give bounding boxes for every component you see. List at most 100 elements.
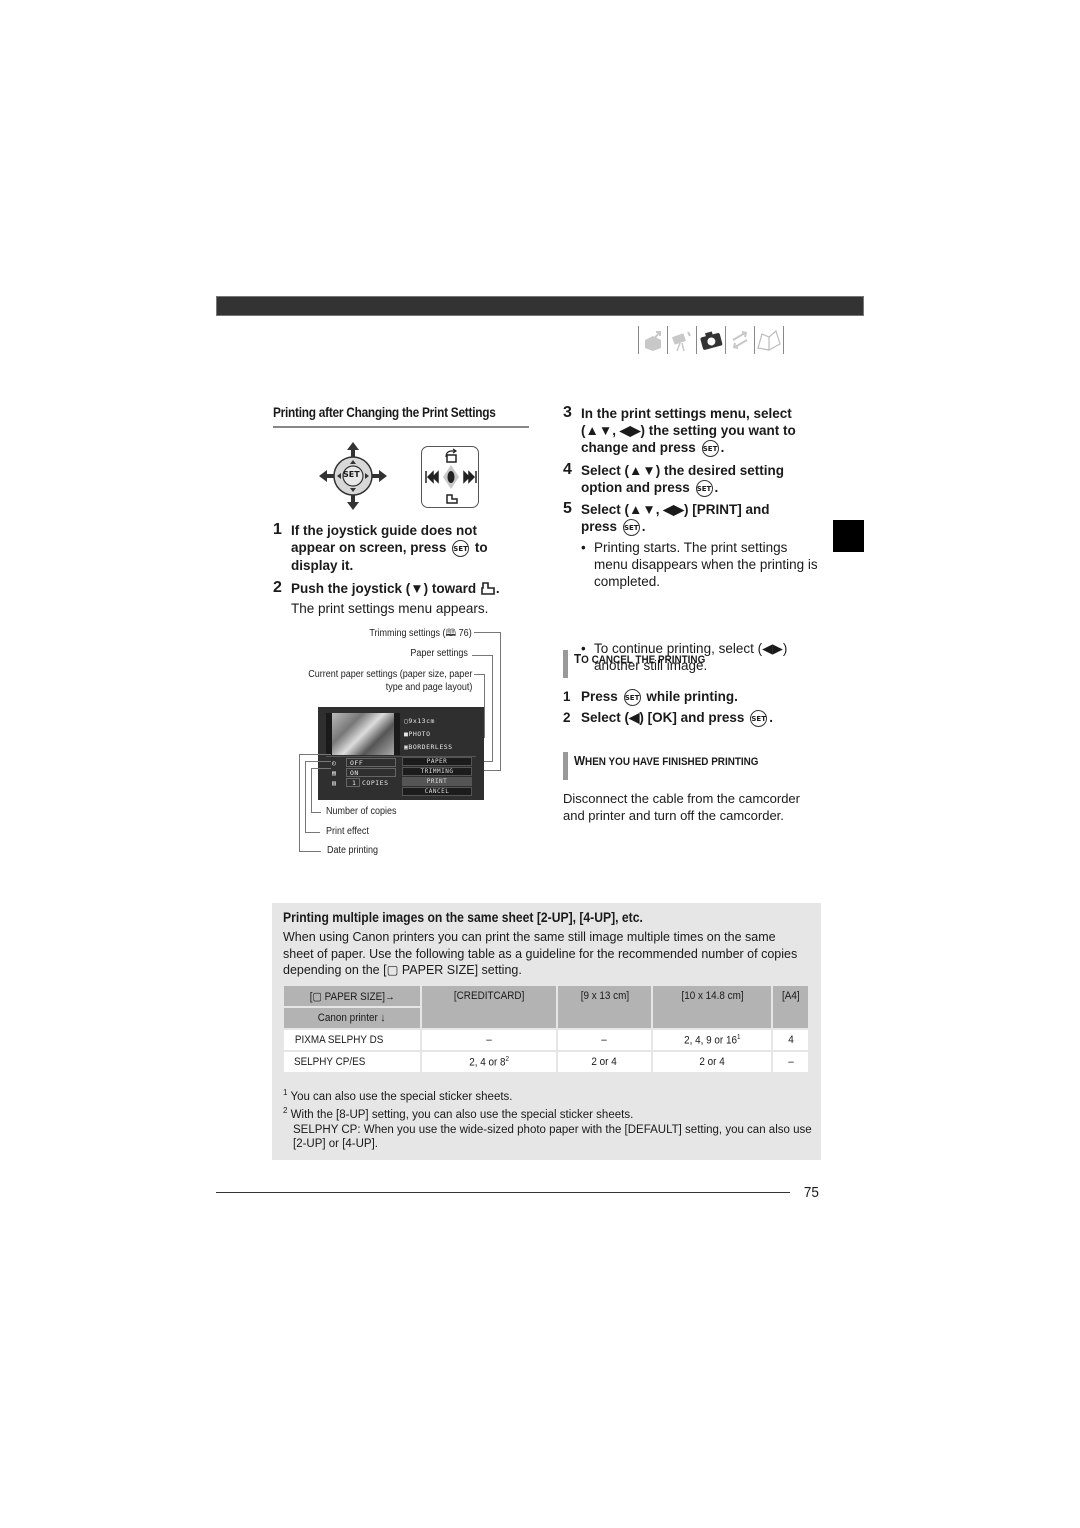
step-text: Select (▲▼, ◀▶) [PRINT] and press (581, 502, 770, 534)
callout-current-paper: Current paper settings (paper size, pape… (307, 669, 472, 693)
footnote-extra: SELPHY CP: When you use the wide-sized p… (293, 1123, 812, 1151)
step-2: 2 Push the joystick (▼) toward . (273, 579, 531, 597)
step-5: 5 Select (▲▼, ◀▶) [PRINT] and press SET. (563, 500, 770, 536)
callout-number-of-copies: Number of copies (326, 806, 397, 817)
paper-type-value: ■PHOTO (404, 730, 431, 738)
joystick-diagram: SET (318, 440, 388, 512)
corner-header: [▢ PAPER SIZE]→ (282, 984, 422, 1008)
step-text: If the joystick guide does not appear on… (291, 523, 478, 555)
joystick-guide (421, 446, 479, 508)
table-cell: 2 or 4 (650, 1050, 774, 1074)
paper-size-value: ▢9x13cm (404, 717, 435, 725)
table-row: PIXMA SELPHY DS – – 2, 4, 9 or 161 4 (282, 1028, 810, 1052)
row-header-label: Canon printer ↓ (282, 1006, 422, 1030)
step-number: 1 (273, 521, 282, 538)
set-button-icon: SET (452, 539, 470, 557)
subheading-bar (563, 650, 568, 678)
leader-line (472, 655, 493, 656)
table-cell: – (419, 1028, 559, 1052)
step-number: 3 (563, 404, 572, 421)
set-button-icon: SET (750, 709, 768, 727)
table-cell: – (556, 1028, 653, 1052)
copies-field[interactable]: 1 (346, 778, 360, 787)
set-button-icon: SET (701, 439, 719, 457)
print-icon (480, 581, 496, 596)
callout-trimming: Trimming settings (🕮 76) (369, 628, 472, 639)
step-text: Push the joystick (▼) toward (291, 581, 477, 596)
set-button-icon: SET (695, 479, 713, 497)
step-4: 4 Select (▲▼) the desired setting option… (563, 461, 785, 497)
subheading-bar (563, 752, 568, 780)
finished-text: Disconnect the cable from the camcorder … (563, 791, 800, 823)
callout-print-effect: Print effect (326, 826, 369, 837)
bullet-item: Printing starts. The print settings menu… (581, 539, 824, 590)
paper-size-icon: ▢ (386, 963, 399, 977)
step-3: 3 In the print settings menu, select (▲▼… (563, 404, 796, 457)
column-header: [10 x 14.8 cm] (650, 984, 774, 1030)
cancel-step-2: 2 Select (◀) [OK] and press SET. (563, 709, 773, 727)
section-title: Printing after Changing the Print Settin… (273, 405, 496, 420)
finished-heading: WHEN YOU HAVE FINISHED PRINTING (574, 753, 759, 768)
step-number: 4 (563, 461, 572, 478)
leader-line (492, 655, 493, 762)
layout-value: ▣BORDERLESS (404, 743, 453, 751)
column-header: [9 x 13 cm] (556, 984, 653, 1030)
step-number: 5 (563, 500, 572, 517)
table-cell: – (771, 1050, 810, 1074)
table-cell: 2, 4 or 82 (419, 1050, 559, 1074)
copies-icon: ▥ (332, 779, 337, 787)
leader-line (474, 632, 501, 633)
leader-line (500, 632, 501, 771)
callout-date-printing: Date printing (327, 845, 379, 856)
step-2-result: The print settings menu appears. (291, 601, 489, 616)
print-settings-screen: ▢9x13cm ■PHOTO ▣BORDERLESS ◴ OFF ▤ ON ▥ … (318, 707, 484, 800)
column-header: [CREDITCARD] (419, 984, 559, 1030)
set-button-icon: SET (622, 518, 640, 536)
printer-name: PIXMA SELPHY DS (282, 1028, 422, 1052)
table-header-row: [▢ PAPER SIZE]→ [CREDITCARD] [9 x 13 cm]… (282, 984, 810, 1030)
multi-print-title: Printing multiple images on the same she… (283, 910, 643, 925)
section-rule (273, 426, 529, 428)
set-button-icon: SET (623, 688, 641, 706)
page-number: 75 (803, 1184, 819, 1201)
book-icon[interactable] (755, 326, 783, 354)
copies-table: [▢ PAPER SIZE]→ [CREDITCARD] [9 x 13 cm]… (282, 984, 810, 1074)
footer-rule (216, 1192, 790, 1193)
cancel-step-1: 1 Press SET while printing. (563, 688, 738, 706)
chapter-tab-marker (833, 520, 864, 552)
print-button[interactable]: PRINT (402, 777, 472, 786)
movie-camera-icon[interactable] (668, 326, 696, 354)
copies-label: COPIES (362, 779, 389, 787)
transfer-arrows-icon[interactable] (726, 326, 754, 354)
paper-size-icon: ▢ (312, 990, 322, 1003)
leader-line (484, 674, 485, 738)
divider (783, 326, 784, 354)
cancel-heading: TO CANCEL THE PRINTING (574, 651, 706, 666)
print-effect-field[interactable]: ON (346, 768, 396, 777)
paper-button[interactable]: PAPER (402, 757, 472, 766)
step-number: 2 (273, 579, 282, 596)
photo-thumbnail (326, 713, 400, 755)
step-text: Select (▲▼) the desired setting option a… (581, 463, 785, 495)
callout-paper-settings: Paper settings (410, 648, 468, 659)
multi-print-body: When using Canon printers you can print … (283, 930, 798, 977)
step-text: In the print settings menu, select (▲▼, … (581, 406, 796, 455)
still-camera-icon[interactable] (697, 326, 725, 354)
footnotes: 1 You can also use the special sticker s… (283, 1086, 813, 1152)
effect-icon: ▤ (332, 769, 337, 777)
trimming-button[interactable]: TRIMMING (402, 767, 472, 776)
camcorder-menu-icon[interactable] (639, 326, 667, 354)
header-bar (216, 296, 864, 316)
footnote: 2 With the [8-UP] setting, you can also … (283, 1106, 634, 1122)
set-button-label: SET (343, 470, 360, 479)
column-header: [A4] (771, 984, 810, 1030)
table-row: SELPHY CP/ES 2, 4 or 82 2 or 4 2 or 4 – (282, 1050, 810, 1074)
table-cell: 4 (771, 1028, 810, 1052)
chapter-nav (638, 325, 784, 355)
date-icon: ◴ (332, 759, 337, 767)
cancel-button[interactable]: CANCEL (402, 787, 472, 796)
step-1: 1 If the joystick guide does not appear … (273, 521, 521, 574)
date-printing-field[interactable]: OFF (346, 758, 396, 767)
printer-name: SELPHY CP/ES (282, 1050, 422, 1074)
table-cell: 2 or 4 (556, 1050, 653, 1074)
